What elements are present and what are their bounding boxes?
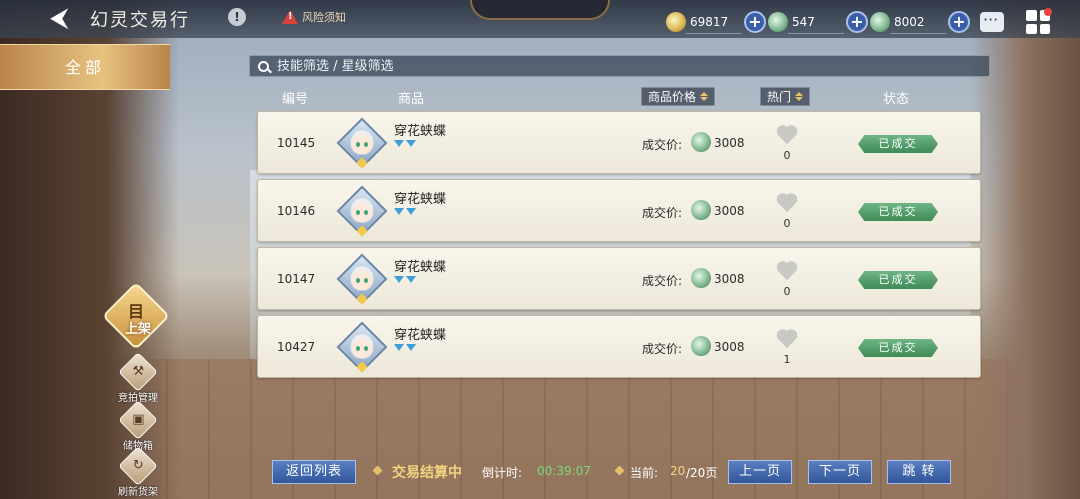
item-id: 10146 <box>277 204 316 218</box>
price-label: 成交价: <box>642 342 683 356</box>
column-header-item: 商品 <box>398 92 425 107</box>
heart-icon[interactable] <box>776 330 798 350</box>
item-id: 10147 <box>277 272 316 286</box>
jade-coin-icon <box>691 132 711 152</box>
page-label: 当前: <box>630 466 659 480</box>
refresh-icon: ↻ <box>118 446 158 486</box>
filter-search-bar[interactable] <box>249 55 990 77</box>
pet-avatar <box>336 185 388 237</box>
notification-dot <box>1044 8 1052 16</box>
trade-status-text: 交易结算中 <box>392 465 462 481</box>
back-to-list-button[interactable]: 返回列表 <box>272 460 356 484</box>
heart-icon[interactable] <box>776 126 798 146</box>
sort-arrows-icon <box>795 92 804 101</box>
price-value: 3008 <box>714 136 745 150</box>
currency-jade-dragon-value: 547 <box>792 15 815 29</box>
star-rating-icon <box>394 208 416 215</box>
sort-hot-label: 热门 <box>767 90 792 104</box>
status-badge: 已成交 <box>858 339 938 357</box>
refresh-shelf-button[interactable]: ↻ 刷新货架 <box>108 446 168 498</box>
jade-coin-icon <box>691 268 711 288</box>
back-arrow-icon[interactable]: ⮜ <box>50 5 82 31</box>
page-total: /20页 <box>686 466 718 480</box>
price-value: 3008 <box>714 340 745 354</box>
table-row[interactable]: 10145 穿花蛱蝶 成交价: 3008 0 已成交 <box>257 111 981 174</box>
column-header-id: 编号 <box>282 92 309 107</box>
sort-price-button[interactable]: 商品价格 <box>641 87 716 106</box>
list-item-label: 上架 <box>124 322 151 337</box>
add-jade-dragon-button[interactable]: + <box>846 11 868 33</box>
status-badge: 已成交 <box>858 135 938 153</box>
jade-dragon-icon <box>768 12 788 32</box>
star-rating-icon <box>394 276 416 283</box>
star-rating-icon <box>394 140 416 147</box>
item-id: 10145 <box>277 136 316 150</box>
hot-count: 0 <box>783 149 791 162</box>
jade-coin-icon <box>691 200 711 220</box>
item-name: 穿花蛱蝶 <box>394 192 447 207</box>
add-gold-button[interactable]: + <box>744 11 766 33</box>
page-title: 幻灵交易行 <box>90 10 190 31</box>
sort-price-label: 商品价格 <box>648 90 697 104</box>
currency-gold-value: 69817 <box>690 15 729 29</box>
tab-all[interactable]: 全部 <box>0 44 170 90</box>
table-row[interactable]: 10147 穿花蛱蝶 成交价: 3008 0 已成交 <box>257 247 981 310</box>
info-icon[interactable]: ! <box>228 8 246 26</box>
hot-count: 0 <box>783 217 791 230</box>
currency-gold: 69817 + <box>666 10 766 34</box>
warning-icon <box>282 10 298 24</box>
next-page-button[interactable]: 下一页 <box>808 460 872 484</box>
pet-avatar <box>336 253 388 305</box>
jade-coin-icon <box>691 336 711 356</box>
hot-count: 0 <box>783 285 791 298</box>
auction-hammer-icon: ⚒ <box>118 352 158 392</box>
countdown-value: 00:39:07 <box>537 464 591 478</box>
column-header-status: 状态 <box>883 92 910 107</box>
pet-avatar <box>336 117 388 169</box>
search-input[interactable] <box>277 58 957 74</box>
price-label: 成交价: <box>642 138 683 152</box>
sort-arrows-icon <box>700 92 709 101</box>
price-label: 成交价: <box>642 274 683 288</box>
sort-hot-button[interactable]: 热门 <box>760 87 811 106</box>
gold-coin-icon <box>666 12 686 32</box>
storage-box-icon: ▣ <box>118 400 158 440</box>
item-name: 穿花蛱蝶 <box>394 328 447 343</box>
page-current: 20 <box>670 464 686 478</box>
heart-icon[interactable] <box>776 262 798 282</box>
chat-icon[interactable] <box>980 10 1004 32</box>
item-id: 10427 <box>277 340 316 354</box>
price-label: 成交价: <box>642 206 683 220</box>
add-jade-coin-button[interactable]: + <box>948 11 970 33</box>
jade-coin-icon <box>870 12 890 32</box>
auction-management-button[interactable]: ⚒ 竞拍管理 <box>108 352 168 404</box>
star-rating-icon <box>394 344 416 351</box>
countdown-label: 倒计时: <box>482 466 523 480</box>
item-name: 穿花蛱蝶 <box>394 124 447 139</box>
refresh-shelf-label: 刷新货架 <box>118 487 158 498</box>
currency-jade-coin-value: 8002 <box>894 15 925 29</box>
top-ornament <box>470 0 610 20</box>
prev-page-button[interactable]: 上一页 <box>728 460 792 484</box>
currency-jade-dragon: 547 + <box>768 10 868 34</box>
pet-avatar <box>336 321 388 373</box>
table-row[interactable]: 10146 穿花蛱蝶 成交价: 3008 0 已成交 <box>257 179 981 242</box>
status-badge: 已成交 <box>858 271 938 289</box>
risk-notice-link[interactable]: 风险须知 <box>282 9 346 25</box>
hot-count: 1 <box>783 353 791 366</box>
search-icon <box>258 60 269 72</box>
currency-jade-coin: 8002 + <box>870 10 970 34</box>
price-value: 3008 <box>714 272 745 286</box>
jump-page-button[interactable]: 跳 转 <box>887 460 951 484</box>
table-row[interactable]: 10427 穿花蛱蝶 成交价: 3008 1 已成交 <box>257 315 981 378</box>
status-badge: 已成交 <box>858 203 938 221</box>
risk-notice-label: 风险须知 <box>302 11 346 24</box>
item-name: 穿花蛱蝶 <box>394 260 447 275</box>
storage-box-button[interactable]: ▣ 储物箱 <box>108 400 168 452</box>
heart-icon[interactable] <box>776 194 798 214</box>
price-value: 3008 <box>714 204 745 218</box>
